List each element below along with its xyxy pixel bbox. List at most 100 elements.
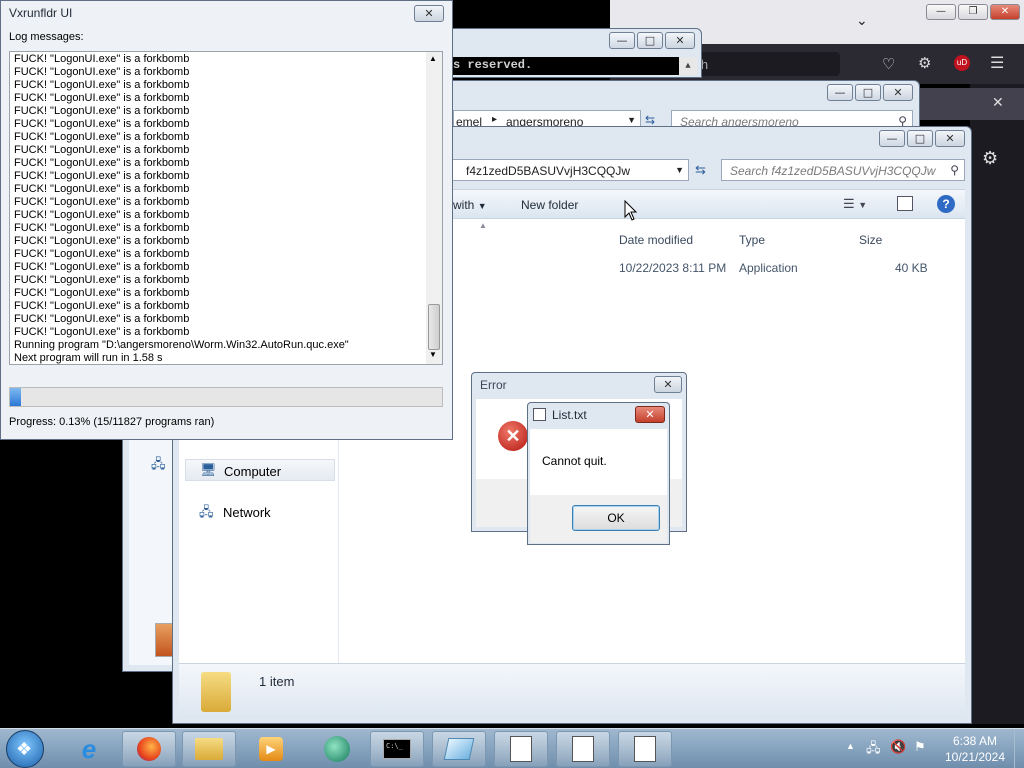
preview-pane-icon[interactable]	[897, 196, 913, 211]
scroll-up-icon[interactable]: ▲	[429, 54, 437, 63]
console-close-button[interactable]: ✕	[665, 32, 695, 49]
taskbar-media[interactable]: ▶	[244, 731, 298, 767]
system-clock[interactable]: 6:38 AM 10/21/2024	[940, 733, 1010, 765]
media-player-icon: ▶	[259, 737, 283, 761]
refresh-icon[interactable]: ⇆	[695, 162, 706, 178]
taskbar-app[interactable]	[310, 731, 364, 767]
ublock-icon[interactable]: uD	[954, 55, 970, 71]
clock-date: 10/21/2024	[944, 750, 1006, 764]
new-folder-button[interactable]: New folder	[521, 198, 578, 212]
explorer-close-button[interactable]: ✕	[935, 130, 965, 147]
firefox-icon	[137, 737, 161, 761]
view-options-icon[interactable]: ☰ ▼	[843, 196, 867, 212]
error-close-button[interactable]: ✕	[654, 376, 682, 393]
scroll-thumb[interactable]	[428, 304, 440, 350]
taskbar-notepad-2[interactable]	[556, 731, 610, 767]
log-label: Log messages:	[9, 31, 84, 43]
open-with-label: with	[453, 198, 475, 212]
list-body: Cannot quit.	[530, 429, 667, 495]
column-type[interactable]: Type	[739, 233, 765, 247]
taskbar-firefox[interactable]	[122, 731, 176, 767]
log-line: FUCK! "LogonUI.exe" is a forkbomb	[14, 170, 190, 182]
firefox-close-button[interactable]: ✕	[990, 4, 1020, 20]
nav-item-computer[interactable]: 🖥 Computer	[185, 459, 335, 481]
firefox-tab[interactable]: ✕	[920, 88, 1024, 120]
taskbar-ie[interactable]: e	[62, 731, 116, 767]
taskbar-cmd[interactable]: C:\_	[370, 731, 424, 767]
progress-bar	[9, 387, 443, 407]
window-title: Vxrunfldr UI	[9, 6, 73, 20]
open-with-button[interactable]: with ▼	[453, 198, 487, 212]
explorer-back-close-button[interactable]: ✕	[883, 84, 913, 101]
log-scrollbar[interactable]: ▲ ▼	[426, 52, 442, 364]
show-desktop-button[interactable]	[1014, 729, 1024, 768]
network-status-icon[interactable]: 🖧	[866, 739, 881, 761]
console-minimize-button[interactable]: —	[609, 32, 635, 49]
list-close-button[interactable]: ✕	[635, 406, 665, 423]
row-type: Application	[739, 261, 798, 275]
text-document-icon	[634, 736, 656, 762]
console-scroll-up-icon[interactable]: ▲	[679, 57, 697, 75]
column-size[interactable]: Size	[859, 233, 882, 247]
nav-item-network[interactable]: 🖧 Network	[185, 501, 335, 523]
log-line: FUCK! "LogonUI.exe" is a forkbomb	[14, 53, 190, 65]
firefox-minimize-button[interactable]: —	[926, 4, 956, 20]
network-icon: 🖧	[199, 504, 214, 519]
log-line: FUCK! "LogonUI.exe" is a forkbomb	[14, 131, 190, 143]
log-line: FUCK! "LogonUI.exe" is a forkbomb	[14, 248, 190, 260]
log-line: Next program will run in 1.58 s	[14, 352, 163, 364]
network-icon: 🖧	[151, 456, 166, 471]
log-line: FUCK! "LogonUI.exe" is a forkbomb	[14, 235, 190, 247]
volume-muted-icon[interactable]: 🔇	[890, 739, 906, 755]
show-hidden-icons-icon[interactable]: ▲	[846, 741, 855, 751]
log-line: FUCK! "LogonUI.exe" is a forkbomb	[14, 66, 190, 78]
progress-fill	[10, 388, 21, 406]
column-date-modified[interactable]: Date modified	[619, 233, 693, 247]
taskbar-explorer[interactable]	[182, 731, 236, 767]
tab-close-icon[interactable]: ✕	[992, 94, 1004, 111]
console-maximize-button[interactable]: □	[637, 32, 663, 49]
explorer-minimize-button[interactable]: —	[879, 130, 905, 147]
progress-text: Progress: 0.13% (15/11827 programs ran)	[9, 416, 215, 428]
log-line: FUCK! "LogonUI.exe" is a forkbomb	[14, 92, 190, 104]
dialog-title: List.txt	[552, 408, 587, 422]
help-icon[interactable]: ?	[937, 195, 955, 213]
taskbar: ❖ e ▶ C:\_ ▲ 🖧 🔇 ⚑ 6:38 AM 10/21/2024	[0, 728, 1024, 768]
console-window: — □ ✕ s reserved. ▲	[440, 28, 702, 78]
address-dropdown-icon[interactable]: ▼	[675, 165, 684, 175]
explorer-address-bar[interactable]: f4z1zedD5BASUVvjH3CQQJw ▼	[451, 159, 689, 181]
firefox-search-bar[interactable]: rch	[690, 52, 840, 76]
taskbar-app2[interactable]	[432, 731, 486, 767]
notepad-icon	[533, 408, 546, 421]
action-center-icon[interactable]: ⚑	[914, 739, 926, 755]
log-line: FUCK! "LogonUI.exe" is a forkbomb	[14, 261, 190, 273]
address-folder-name[interactable]: f4z1zedD5BASUVvjH3CQQJw	[466, 164, 630, 178]
refresh-icon[interactable]: ⇆	[645, 113, 655, 127]
firefox-restore-button[interactable]: ❐	[958, 4, 988, 20]
settings-gear-icon[interactable]: ⚙	[982, 148, 998, 169]
explorer-search-input[interactable]: Search f4z1zedD5BASUVvjH3CQQJw ⚲	[721, 159, 965, 181]
pocket-icon[interactable]: ♡	[882, 55, 895, 73]
address-dropdown-icon[interactable]: ▼	[627, 115, 636, 125]
log-line: FUCK! "LogonUI.exe" is a forkbomb	[14, 144, 190, 156]
extensions-icon[interactable]: ⚙	[918, 54, 931, 72]
taskbar-notepad-1[interactable]	[494, 731, 548, 767]
log-line: FUCK! "LogonUI.exe" is a forkbomb	[14, 105, 190, 117]
command-prompt-icon: C:\_	[383, 739, 411, 759]
log-list[interactable]: FUCK! "LogonUI.exe" is a forkbomb FUCK! "…	[9, 51, 443, 365]
explorer-maximize-button[interactable]: □	[907, 130, 933, 147]
window-app-icon	[443, 738, 475, 760]
vxrunfldr-window: Vxrunfldr UI ✕ Log messages: FUCK! "Logo…	[0, 0, 453, 440]
ok-button[interactable]: OK	[572, 505, 660, 531]
scroll-down-icon[interactable]: ▼	[429, 350, 437, 359]
log-line: FUCK! "LogonUI.exe" is a forkbomb	[14, 313, 190, 325]
explorer-back-minimize-button[interactable]: —	[827, 84, 853, 101]
vxrunfldr-close-button[interactable]: ✕	[414, 5, 444, 22]
menu-icon[interactable]: ☰	[990, 53, 1004, 73]
dialog-message: Cannot quit.	[542, 454, 607, 468]
explorer-back-maximize-button[interactable]: □	[855, 84, 881, 101]
taskbar-notepad-3[interactable]	[618, 731, 672, 767]
start-button[interactable]: ❖	[6, 730, 44, 768]
tab-list-chevron-icon[interactable]: ⌄	[856, 12, 868, 29]
log-line: FUCK! "LogonUI.exe" is a forkbomb	[14, 118, 190, 130]
